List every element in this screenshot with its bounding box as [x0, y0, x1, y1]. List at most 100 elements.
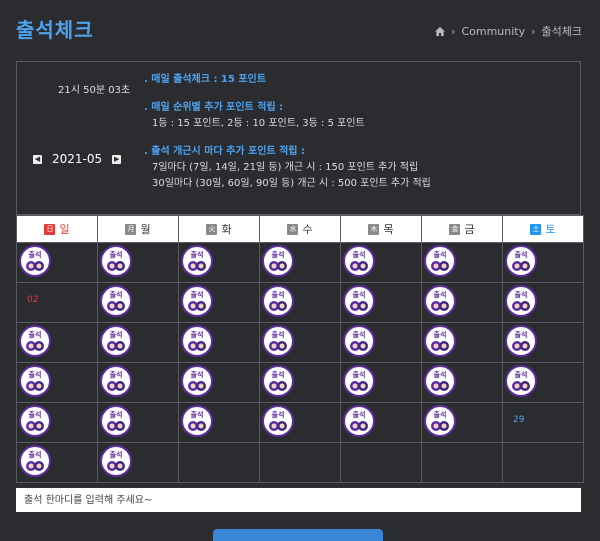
- breadcrumb-community[interactable]: Community: [461, 25, 525, 38]
- attendance-stamp-icon: 출석: [343, 365, 375, 397]
- weekday-label: 일: [59, 223, 70, 236]
- calendar-day-cell: 출석: [178, 322, 260, 363]
- svg-text:출석: 출석: [110, 250, 123, 259]
- svg-text:출석: 출석: [191, 290, 204, 299]
- current-time: 21시 50분 03초: [58, 85, 131, 96]
- svg-text:출석: 출석: [434, 290, 447, 299]
- attendance-stamp-icon: 출석: [100, 365, 132, 397]
- info-line-streak-30: 30일마다 (30일, 60일, 90일 등) 개근 시 : 500 포인트 추…: [152, 178, 431, 189]
- calendar-day-cell: 출석: [97, 442, 179, 483]
- attendance-stamp-icon: 출석: [505, 285, 537, 317]
- attendance-stamp-icon: 출석: [262, 245, 294, 277]
- svg-text:출석: 출석: [272, 410, 285, 419]
- weekday-header: 日일: [16, 215, 98, 243]
- calendar-day-cell: [340, 442, 422, 483]
- attendance-stamp-icon: 출석: [262, 405, 294, 437]
- svg-text:출석: 출석: [191, 370, 204, 379]
- svg-text:출석: 출석: [29, 450, 42, 459]
- svg-text:출석: 출석: [353, 370, 366, 379]
- svg-text:출석: 출석: [29, 330, 42, 339]
- attendance-stamp-icon: 출석: [100, 325, 132, 357]
- svg-text:출석: 출석: [434, 250, 447, 259]
- weekday-header: 月월: [97, 215, 179, 243]
- next-month-button[interactable]: ▶: [112, 154, 122, 164]
- calendar-day-cell: 출석: [502, 282, 584, 323]
- attendance-stamp-icon: 출석: [181, 285, 213, 317]
- attendance-stamp-icon: 출석: [262, 325, 294, 357]
- point-info: . 매일 출석체크 : 15 포인트 . 매일 순위별 추가 포인트 적립 : …: [144, 72, 431, 192]
- attendance-stamp-icon: 출석: [181, 325, 213, 357]
- attendance-stamp-icon: 출석: [262, 365, 294, 397]
- svg-text:출석: 출석: [515, 330, 528, 339]
- comment-input[interactable]: [16, 488, 581, 512]
- calendar-day-cell: 02: [16, 282, 98, 323]
- calendar-day-cell: 출석: [421, 242, 503, 283]
- home-icon[interactable]: [435, 26, 446, 36]
- attendance-stamp-icon: 출석: [181, 405, 213, 437]
- calendar-day-cell: 29: [502, 402, 584, 443]
- attendance-stamp-icon: 출석: [505, 245, 537, 277]
- weekday-badge: 金: [449, 223, 461, 235]
- attendance-stamp-icon: 출석: [424, 405, 456, 437]
- calendar-day-cell: 출석: [97, 282, 179, 323]
- svg-text:출석: 출석: [191, 410, 204, 419]
- calendar-day-cell: 출석: [340, 362, 422, 403]
- svg-text:출석: 출석: [272, 370, 285, 379]
- info-heading-daily: . 매일 출석체크 : 15 포인트: [144, 74, 266, 85]
- calendar-day-cell: 출석: [178, 402, 260, 443]
- calendar-day-cell: [259, 442, 341, 483]
- attendance-stamp-icon: 출석: [343, 405, 375, 437]
- calendar-day-cell: 출석: [259, 362, 341, 403]
- weekday-label: 목: [383, 223, 394, 236]
- attendance-stamp-icon: 출석: [19, 325, 51, 357]
- attendance-stamp-icon: 출석: [19, 405, 51, 437]
- weekday-header: 金금: [421, 215, 503, 243]
- calendar-week: 출석 출석 출석 출석 출석 출석 29: [16, 402, 584, 443]
- svg-text:출석: 출석: [29, 410, 42, 419]
- weekday-header: 土토: [502, 215, 584, 243]
- calendar-day-cell: 출석: [340, 242, 422, 283]
- weekday-header: 水수: [259, 215, 341, 243]
- month-navigator: ◀ 2021-05 ▶: [33, 152, 122, 166]
- weekday-badge: 土: [530, 223, 542, 235]
- breadcrumb-separator: ›: [531, 24, 536, 38]
- svg-text:출석: 출석: [434, 330, 447, 339]
- svg-text:출석: 출석: [29, 250, 42, 259]
- attendance-stamp-icon: 출석: [100, 405, 132, 437]
- calendar-day-cell: 출석: [97, 402, 179, 443]
- attendance-stamp-icon: 출석: [343, 245, 375, 277]
- svg-text:출석: 출석: [434, 410, 447, 419]
- svg-text:출석: 출석: [191, 330, 204, 339]
- attendance-stamp-icon: 출석: [19, 365, 51, 397]
- svg-text:출석: 출석: [29, 370, 42, 379]
- breadcrumb-current: 출석체크: [541, 25, 582, 38]
- weekday-label: 수: [302, 223, 313, 236]
- info-line-rank: 1등 : 15 포인트, 2등 : 10 포인트, 3등 : 5 포인트: [152, 118, 365, 129]
- calendar-day-cell: 출석: [178, 362, 260, 403]
- attendance-stamp-icon: 출석: [262, 285, 294, 317]
- calendar-date: 29: [513, 415, 525, 425]
- calendar-day-cell: 출석: [259, 282, 341, 323]
- weekday-label: 토: [545, 223, 556, 236]
- attendance-stamp-icon: 출석: [343, 285, 375, 317]
- info-line-streak-7: 7일마다 (7일, 14일, 21일 등) 개근 시 : 150 포인트 추가 …: [152, 162, 419, 173]
- info-heading-streak: . 출석 개근시 마다 추가 포인트 적립 :: [144, 146, 305, 157]
- weekday-badge: 火: [206, 223, 218, 235]
- calendar-day-cell: 출석: [421, 282, 503, 323]
- weekday-header: 火화: [178, 215, 260, 243]
- weekday-badge: 月: [125, 223, 137, 235]
- page-title: 출석체크: [16, 18, 94, 42]
- submit-button[interactable]: [213, 529, 383, 541]
- attendance-stamp-icon: 출석: [424, 245, 456, 277]
- calendar-week: 출석 출석: [16, 442, 584, 483]
- calendar-day-cell: 출석: [502, 242, 584, 283]
- attendance-stamp-icon: 출석: [100, 285, 132, 317]
- svg-text:출석: 출석: [110, 410, 123, 419]
- svg-text:출석: 출석: [272, 290, 285, 299]
- weekday-badge: 日: [44, 223, 56, 235]
- svg-text:출석: 출석: [110, 290, 123, 299]
- prev-month-button[interactable]: ◀: [33, 154, 42, 164]
- attendance-stamp-icon: 출석: [100, 245, 132, 277]
- calendar-day-cell: 출석: [502, 362, 584, 403]
- calendar-day-cell: 출석: [421, 362, 503, 403]
